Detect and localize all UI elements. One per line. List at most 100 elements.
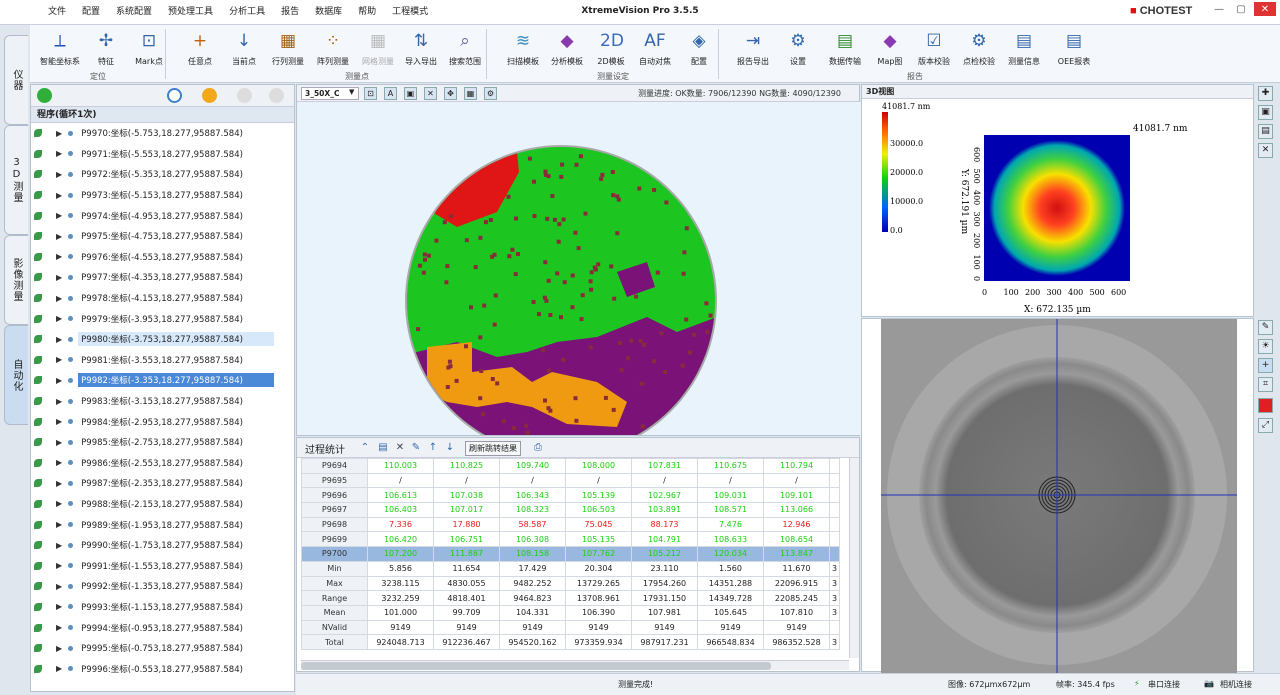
layers-icon[interactable]: ▤ bbox=[1258, 124, 1273, 139]
list-item[interactable]: ▶ P9995:坐标(-0.753,18.277,95887.584) bbox=[31, 638, 294, 659]
list-item[interactable]: ▶ P9983:坐标(-3.153,18.277,95887.584) bbox=[31, 391, 294, 412]
expand-arrow-icon[interactable]: ▶ bbox=[56, 458, 62, 467]
menu-item-7[interactable]: 帮助 bbox=[350, 0, 384, 25]
table-row[interactable]: P9700 107.200 111.887 108.158 107.762 105.212… bbox=[301, 546, 840, 562]
list-item[interactable]: ▶ P9985:坐标(-2.753,18.277,95887.584) bbox=[31, 432, 294, 453]
expand-arrow-icon[interactable]: ▶ bbox=[56, 273, 62, 282]
table-row[interactable]: Range 3232.259 4818.401 9464.823 13708.961 17… bbox=[301, 590, 840, 606]
list-item[interactable]: ▶ P9994:坐标(-0.953,18.277,95887.584) bbox=[31, 617, 294, 638]
crop-icon[interactable]: ⌗ bbox=[1258, 377, 1273, 392]
image-icon[interactable]: ▣ bbox=[1258, 105, 1273, 120]
expand-arrow-icon[interactable]: ▶ bbox=[56, 438, 62, 447]
measure-icon[interactable]: ✎ bbox=[1258, 320, 1273, 335]
table-row[interactable]: Min 5.856 11.654 17.429 20.304 23.110 1.560 11.… bbox=[301, 560, 840, 577]
fit-icon[interactable]: ⊡ bbox=[364, 87, 377, 100]
expand-arrow-icon[interactable]: ▶ bbox=[56, 232, 62, 241]
step-icon[interactable] bbox=[269, 88, 284, 103]
clear-icon[interactable]: ✕ bbox=[424, 87, 437, 100]
expand-arrow-icon[interactable]: ▶ bbox=[56, 602, 62, 611]
expand-arrow-icon[interactable]: ▶ bbox=[56, 520, 62, 529]
list-item[interactable]: ▶ P9978:坐标(-4.153,18.277,95887.584) bbox=[31, 288, 294, 309]
table-row[interactable]: P9695// / / / / / bbox=[301, 472, 840, 489]
move-icon[interactable]: ✥ bbox=[444, 87, 457, 100]
grid-icon[interactable]: ▦ bbox=[464, 87, 477, 100]
list-item[interactable]: ▶ P9982:坐标(-3.353,18.277,95887.584) bbox=[31, 370, 294, 391]
list-item[interactable]: ▶ P9993:坐标(-1.153,18.277,95887.584) bbox=[31, 597, 294, 618]
gear-icon[interactable]: ⚙ bbox=[484, 87, 497, 100]
list-item[interactable]: ▶ P9987:坐标(-2.353,18.277,95887.584) bbox=[31, 473, 294, 494]
side-tab-instrument[interactable]: 仪器 bbox=[4, 35, 28, 125]
search-range-button[interactable]: ⌕ 搜索范围 bbox=[437, 28, 493, 67]
list-item[interactable]: ▶ P9974:坐标(-4.953,18.277,95887.584) bbox=[31, 205, 294, 226]
menu-item-0[interactable]: 文件 bbox=[40, 0, 74, 25]
list-item[interactable]: ▶ P9986:坐标(-2.553,18.277,95887.584) bbox=[31, 453, 294, 474]
mark-point-button[interactable]: ⊡ Mark点 bbox=[121, 28, 177, 67]
pin-icon[interactable]: ✚ bbox=[1258, 86, 1273, 101]
list-item[interactable]: ▶ P9977:坐标(-4.353,18.277,95887.584) bbox=[31, 267, 294, 288]
image-icon[interactable]: ▣ bbox=[404, 87, 417, 100]
table-row[interactable]: Mean 101.000 99.709 104.331 106.390 107.981 10… bbox=[301, 604, 840, 621]
refresh-results-button[interactable]: 刷新跳转结果 bbox=[465, 441, 521, 456]
expand-icon[interactable]: ⤢ bbox=[1258, 418, 1273, 433]
list-item[interactable]: ▶ P9991:坐标(-1.553,18.277,95887.584) bbox=[31, 555, 294, 576]
wafer-map-canvas[interactable] bbox=[297, 102, 861, 457]
list-item[interactable]: ▶ P9976:坐标(-4.553,18.277,95887.584) bbox=[31, 247, 294, 268]
menu-item-4[interactable]: 分析工具 bbox=[221, 0, 273, 25]
table-row[interactable]: Total 924048.713 912236.467 954520.162 97335… bbox=[301, 634, 840, 650]
check-icon[interactable] bbox=[37, 88, 52, 103]
record-icon[interactable] bbox=[1258, 398, 1273, 413]
crosshair-icon[interactable]: ✕ bbox=[1258, 143, 1273, 158]
chevron-down-icon[interactable]: ▼ bbox=[349, 88, 354, 96]
list-item[interactable]: ▶ P9980:坐标(-3.753,18.277,95887.584) bbox=[31, 329, 294, 350]
expand-arrow-icon[interactable]: ▶ bbox=[56, 170, 62, 179]
expand-arrow-icon[interactable]: ▶ bbox=[56, 644, 62, 653]
menu-item-1[interactable]: 配置 bbox=[74, 0, 108, 25]
stats-hscroll[interactable] bbox=[301, 660, 849, 670]
expand-arrow-icon[interactable]: ▶ bbox=[56, 129, 62, 138]
play-icon[interactable] bbox=[202, 88, 217, 103]
light-icon[interactable]: ☀ bbox=[1258, 339, 1273, 354]
list-item[interactable]: ▶ P9979:坐标(-3.953,18.277,95887.584) bbox=[31, 308, 294, 329]
list-item[interactable]: ▶ P9972:坐标(-5.353,18.277,95887.584) bbox=[31, 164, 294, 185]
expand-arrow-icon[interactable]: ▶ bbox=[56, 149, 62, 158]
menu-item-6[interactable]: 数据库 bbox=[307, 0, 350, 25]
list-item[interactable]: ▶ P9971:坐标(-5.553,18.277,95887.584) bbox=[31, 144, 294, 165]
table-row[interactable]: P9699 106.420 106.751 106.308 105.135 104.791… bbox=[301, 531, 840, 548]
menu-item-2[interactable]: 系统配置 bbox=[108, 0, 160, 25]
stats-vscroll[interactable] bbox=[849, 458, 859, 658]
list-item[interactable]: ▶ P9973:坐标(-5.153,18.277,95887.584) bbox=[31, 185, 294, 206]
menu-item-8[interactable]: 工程模式 bbox=[384, 0, 436, 25]
table-row[interactable]: P9697 106.403 107.017 108.323 106.503 103.891… bbox=[301, 502, 840, 518]
expand-arrow-icon[interactable]: ▶ bbox=[56, 376, 62, 385]
expand-arrow-icon[interactable]: ▶ bbox=[56, 211, 62, 220]
side-tab-3d[interactable]: 3D测量 bbox=[4, 125, 28, 235]
list-item[interactable]: ▶ P9970:坐标(-5.753,18.277,95887.584) bbox=[31, 123, 294, 144]
cross-icon[interactable]: + bbox=[1258, 358, 1273, 373]
table-row[interactable]: P9694 110.003 110.825 109.740 108.000 107.831… bbox=[301, 458, 840, 474]
maximize-icon[interactable]: ▢ bbox=[1232, 2, 1250, 16]
close-icon[interactable]: ✕ bbox=[1254, 2, 1276, 16]
side-tab-image[interactable]: 影像测量 bbox=[4, 235, 28, 325]
expand-arrow-icon[interactable]: ▶ bbox=[56, 417, 62, 426]
expand-arrow-icon[interactable]: ▶ bbox=[56, 335, 62, 344]
expand-arrow-icon[interactable]: ▶ bbox=[56, 541, 62, 550]
menu-item-3[interactable]: 预处理工具 bbox=[160, 0, 221, 25]
camera-view[interactable] bbox=[862, 319, 1255, 673]
pause-icon[interactable] bbox=[237, 88, 252, 103]
expand-arrow-icon[interactable]: ▶ bbox=[56, 561, 62, 570]
expand-arrow-icon[interactable]: ▶ bbox=[56, 191, 62, 200]
list-item[interactable]: ▶ P9992:坐标(-1.353,18.277,95887.584) bbox=[31, 576, 294, 597]
table-icon[interactable]: ▤ bbox=[377, 442, 389, 454]
list-item[interactable]: ▶ P9989:坐标(-1.953,18.277,95887.584) bbox=[31, 514, 294, 535]
expand-arrow-icon[interactable]: ▶ bbox=[56, 623, 62, 632]
table-row[interactable]: P9698 7.336 17.880 58.587 75.045 88.173 7.476 1… bbox=[301, 516, 840, 533]
minimize-icon[interactable]: — bbox=[1210, 2, 1228, 16]
expand-arrow-icon[interactable]: ▶ bbox=[56, 355, 62, 364]
arrow-down-icon[interactable]: ↓ bbox=[444, 442, 456, 454]
edit-icon[interactable]: ✎ bbox=[410, 442, 422, 454]
table-row[interactable]: P9696 106.613 107.038 106.343 105.139 102.967… bbox=[301, 487, 840, 504]
arrow-up-icon[interactable]: ↑ bbox=[427, 442, 439, 454]
list-item[interactable]: ▶ P9975:坐标(-4.753,18.277,95887.584) bbox=[31, 226, 294, 247]
expand-arrow-icon[interactable]: ▶ bbox=[56, 499, 62, 508]
expand-arrow-icon[interactable]: ▶ bbox=[56, 664, 62, 673]
